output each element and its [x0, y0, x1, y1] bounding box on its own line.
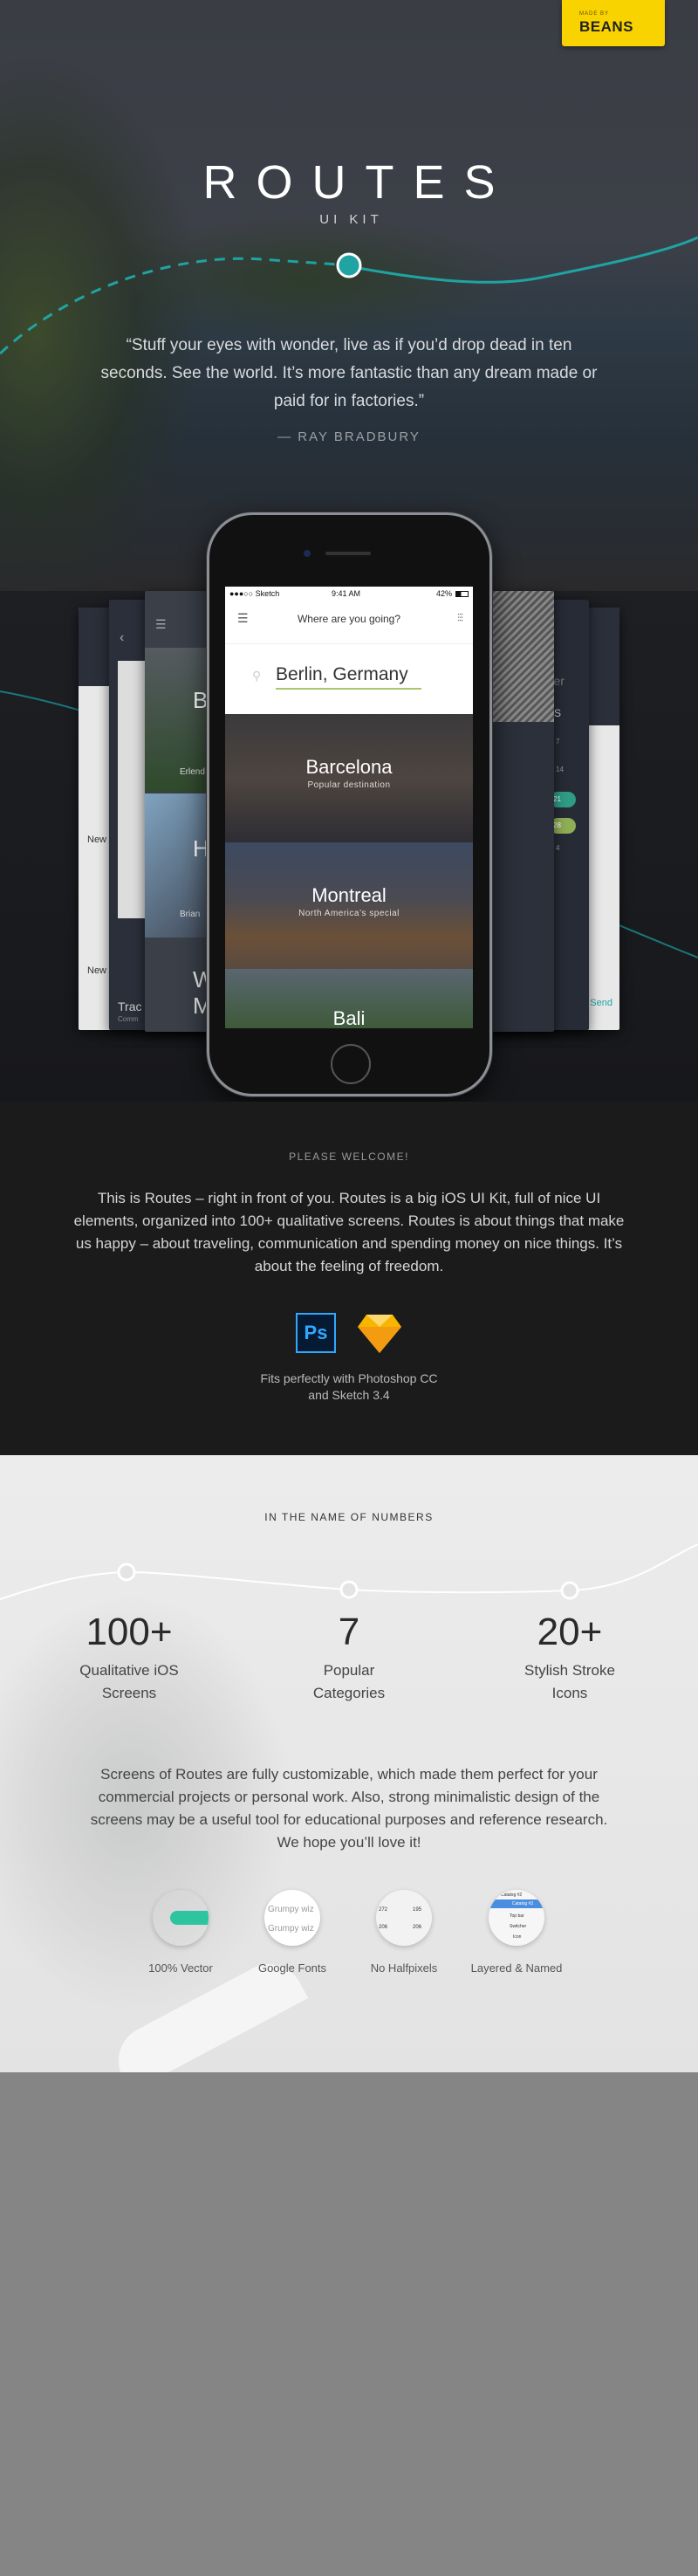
- page-subtitle: UI KIT: [319, 212, 383, 227]
- phone-screen: ●●●○○ Sketch 9:41 AM 42% ☰ Where are you…: [225, 587, 473, 1028]
- destination-name: Bali: [332, 1007, 366, 1028]
- quote-author: — RAY BRADBURY: [277, 429, 421, 444]
- quote: “Stuff your eyes with wonder, live as if…: [100, 336, 598, 410]
- feature-layers: Catalog #2 Catalog #3 Top bar Switcher I…: [460, 1890, 573, 1975]
- hero-section: MADE BY BEANS ROUTES UI KIT “Stuff your …: [0, 0, 698, 591]
- carrier: ●●●○○ Sketch: [229, 589, 280, 598]
- camera: [304, 550, 311, 557]
- destination-card-bali[interactable]: Bali: [225, 969, 473, 1028]
- stat-screens: 100+ Qualitative iOS Screens: [79, 1611, 179, 1701]
- header-title: Where are you going?: [297, 613, 401, 625]
- stat-icons: 20+ Stylish Stroke Icons: [524, 1611, 615, 1701]
- badge-small-text: MADE BY: [579, 11, 610, 17]
- search-icon: ⚲: [252, 669, 262, 683]
- time: 9:41 AM: [332, 589, 361, 598]
- destination-card-montreal[interactable]: Montreal North America’s special: [225, 842, 473, 969]
- destination-name: Montreal: [311, 884, 387, 906]
- halfpixels-icon: 272 195 206 206: [376, 1890, 432, 1946]
- numbers-body: Screens of Routes are fully customizable…: [90, 1766, 608, 1851]
- vector-icon: [153, 1890, 209, 1946]
- layers-icon: Catalog #2 Catalog #3 Top bar Switcher I…: [489, 1890, 544, 1946]
- welcome-heading: PLEASE WELCOME!: [289, 1151, 409, 1163]
- sketch-icon: [358, 1315, 401, 1353]
- stat-categories: 7 Popular Categories: [312, 1611, 386, 1701]
- feature-fonts: Grumpy wiz Grumpy wiz Google Fonts: [236, 1890, 349, 1975]
- destination-name: Barcelona: [305, 756, 393, 778]
- destination-desc: North America’s special: [298, 909, 400, 918]
- search-input[interactable]: Berlin, Germany: [276, 664, 421, 690]
- badge-brand: BEANS: [579, 18, 634, 35]
- welcome-section: PLEASE WELCOME! This is Routes – right i…: [0, 1102, 698, 1455]
- speaker: [325, 552, 371, 555]
- made-by-beans-badge[interactable]: MADE BY BEANS: [562, 0, 665, 46]
- battery-level: 42%: [435, 589, 452, 598]
- tools-caption: Fits perfectly with Photoshop CC and Sket…: [260, 1371, 438, 1402]
- battery-icon: [455, 591, 469, 597]
- numbers-section: IN THE NAME OF NUMBERS 100+ Qualitative i…: [0, 1455, 698, 2092]
- feature-halfpixels: 272 195 206 206 No Halfpixels: [347, 1890, 461, 1975]
- home-button[interactable]: [331, 1044, 371, 1084]
- feature-vector: 100% Vector: [124, 1890, 237, 1975]
- destination-card-barcelona[interactable]: Barcelona Popular destination: [225, 714, 473, 842]
- route-dot: [336, 252, 362, 278]
- destination-desc: Popular destination: [307, 780, 391, 790]
- status-bar: ●●●○○ Sketch 9:41 AM 42%: [225, 587, 473, 601]
- page-title: ROUTES: [202, 156, 515, 209]
- empty-footer-area: [0, 2072, 698, 2576]
- welcome-body: This is Routes – right in front of you. …: [73, 1190, 625, 1274]
- route-line: [0, 236, 698, 355]
- photoshop-icon: Ps: [296, 1313, 336, 1353]
- sliders-icon[interactable]: ⫶⫶⫶: [457, 612, 463, 625]
- fonts-icon: Grumpy wiz Grumpy wiz: [264, 1890, 320, 1946]
